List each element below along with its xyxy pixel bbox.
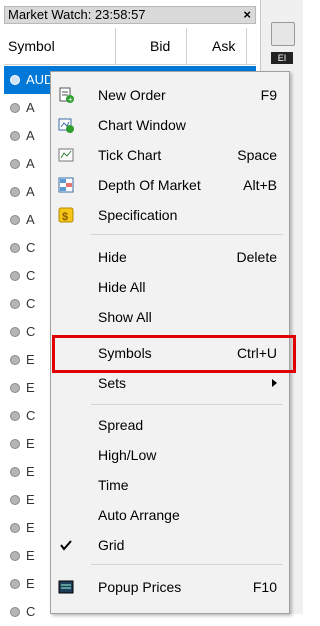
column-header-symbol[interactable]: Symbol: [8, 38, 55, 54]
menu-item-time[interactable]: Time: [51, 470, 289, 500]
menu-item-label: Tick Chart: [98, 147, 162, 163]
menu-item-spread[interactable]: Spread: [51, 410, 289, 440]
window-title: Market Watch: 23:58:57: [8, 7, 146, 22]
menu-item-shortcut: Alt+B: [243, 177, 277, 193]
menu-item-label: Chart Window: [98, 117, 186, 133]
checkmark-icon: [58, 537, 74, 553]
column-header-row: Symbol Bid Ask: [4, 28, 256, 65]
menu-item-shortcut: Space: [237, 147, 277, 163]
menu-item-label: Specification: [98, 207, 178, 223]
symbol-name: E: [26, 576, 35, 591]
column-divider[interactable]: [186, 28, 187, 64]
symbol-name: E: [26, 520, 35, 535]
symbol-status-icon: [10, 411, 20, 421]
menu-item-grid[interactable]: Grid: [51, 530, 289, 560]
menu-item-label: High/Low: [98, 447, 157, 463]
svg-text:$: $: [62, 211, 68, 223]
menu-item-shortcut: F10: [252, 579, 277, 595]
symbol-name: A: [26, 156, 35, 171]
menu-separator: [91, 564, 283, 565]
symbol-name: E: [26, 380, 35, 395]
symbol-name: C: [26, 408, 36, 423]
symbol-name: E: [26, 492, 35, 507]
submenu-arrow-icon: [272, 379, 277, 387]
menu-item-hide-all[interactable]: Hide All: [51, 272, 289, 302]
menu-item-hide[interactable]: Hide Delete: [51, 242, 289, 272]
menu-item-label: Auto Arrange: [98, 507, 180, 523]
menu-item-tick-chart[interactable]: Tick Chart Space: [51, 140, 289, 170]
menu-item-label: Time: [98, 477, 129, 493]
column-header-bid[interactable]: Bid: [150, 38, 170, 54]
symbol-status-icon: [10, 159, 20, 169]
symbol-status-icon: [10, 495, 20, 505]
menu-separator: [91, 234, 283, 235]
specification-icon: $: [58, 207, 74, 223]
symbol-name: C: [26, 240, 36, 255]
symbol-status-icon: [10, 439, 20, 449]
menu-separator: [91, 404, 283, 405]
symbol-status-icon: [10, 523, 20, 533]
symbol-name: C: [26, 268, 36, 283]
depth-of-market-icon: [58, 177, 74, 193]
column-divider[interactable]: [246, 28, 247, 64]
symbol-status-icon: [10, 103, 20, 113]
symbol-status-icon: [10, 131, 20, 141]
menu-item-label: Hide: [98, 249, 127, 265]
menu-item-shortcut: Delete: [236, 249, 277, 265]
symbol-status-icon: [10, 467, 20, 477]
tick-chart-icon: [58, 147, 74, 163]
menu-item-chart-window[interactable]: Chart Window: [51, 110, 289, 140]
symbol-status-icon: [10, 187, 20, 197]
symbol-status-icon: [10, 327, 20, 337]
symbol-name: E: [26, 436, 35, 451]
menu-item-label: Sets: [98, 375, 127, 391]
new-order-icon: +: [58, 87, 74, 104]
symbol-name: E: [26, 548, 35, 563]
popup-prices-icon: [58, 579, 74, 595]
symbol-status-icon: [10, 607, 20, 617]
symbol-name: E: [26, 464, 35, 479]
side-tab-label[interactable]: EI: [271, 52, 293, 64]
symbol-status-icon: [10, 299, 20, 309]
menu-item-specification[interactable]: $ Specification: [51, 200, 289, 230]
menu-item-label: Hide All: [98, 279, 146, 295]
symbol-name: A: [26, 100, 35, 115]
column-header-ask[interactable]: Ask: [212, 38, 235, 54]
menu-item-show-all[interactable]: Show All: [51, 302, 289, 332]
symbol-name: A: [26, 212, 35, 227]
chart-window-icon: [58, 117, 74, 133]
toolbar-button-icon[interactable]: [271, 22, 295, 46]
symbol-status-icon: [10, 271, 20, 281]
menu-item-high-low[interactable]: High/Low: [51, 440, 289, 470]
menu-item-label: New Order: [98, 87, 166, 103]
symbol-name: A: [26, 184, 35, 199]
menu-item-auto-arrange[interactable]: Auto Arrange: [51, 500, 289, 530]
symbol-name: C: [26, 296, 36, 311]
symbol-status-icon: [10, 355, 20, 365]
symbol-name: E: [26, 352, 35, 367]
menu-item-label: Depth Of Market: [98, 177, 201, 193]
symbol-status-icon: [10, 243, 20, 253]
symbol-status-icon: [10, 383, 20, 393]
menu-item-shortcut: F9: [260, 87, 277, 103]
highlight-box: [52, 335, 296, 373]
symbol-name: A: [26, 128, 35, 143]
symbol-name: C: [26, 324, 36, 339]
symbol-name: C: [26, 604, 36, 619]
column-divider[interactable]: [115, 28, 116, 64]
symbol-status-icon: [10, 579, 20, 589]
symbol-status-icon: [10, 551, 20, 561]
menu-item-label: Popup Prices: [98, 579, 182, 595]
menu-item-label: Spread: [98, 417, 144, 433]
menu-item-new-order[interactable]: + New Order F9: [51, 80, 289, 110]
close-icon[interactable]: ×: [243, 7, 251, 23]
menu-item-popup-prices[interactable]: Popup Prices F10: [51, 572, 289, 602]
svg-text:+: +: [68, 95, 73, 103]
symbol-status-icon: [10, 215, 20, 225]
menu-item-label: Show All: [98, 309, 152, 325]
menu-item-depth-of-market[interactable]: Depth Of Market Alt+B: [51, 170, 289, 200]
menu-item-label: Grid: [98, 537, 125, 553]
symbol-status-icon: [10, 75, 20, 85]
window-title-bar: Market Watch: 23:58:57 ×: [4, 6, 256, 24]
